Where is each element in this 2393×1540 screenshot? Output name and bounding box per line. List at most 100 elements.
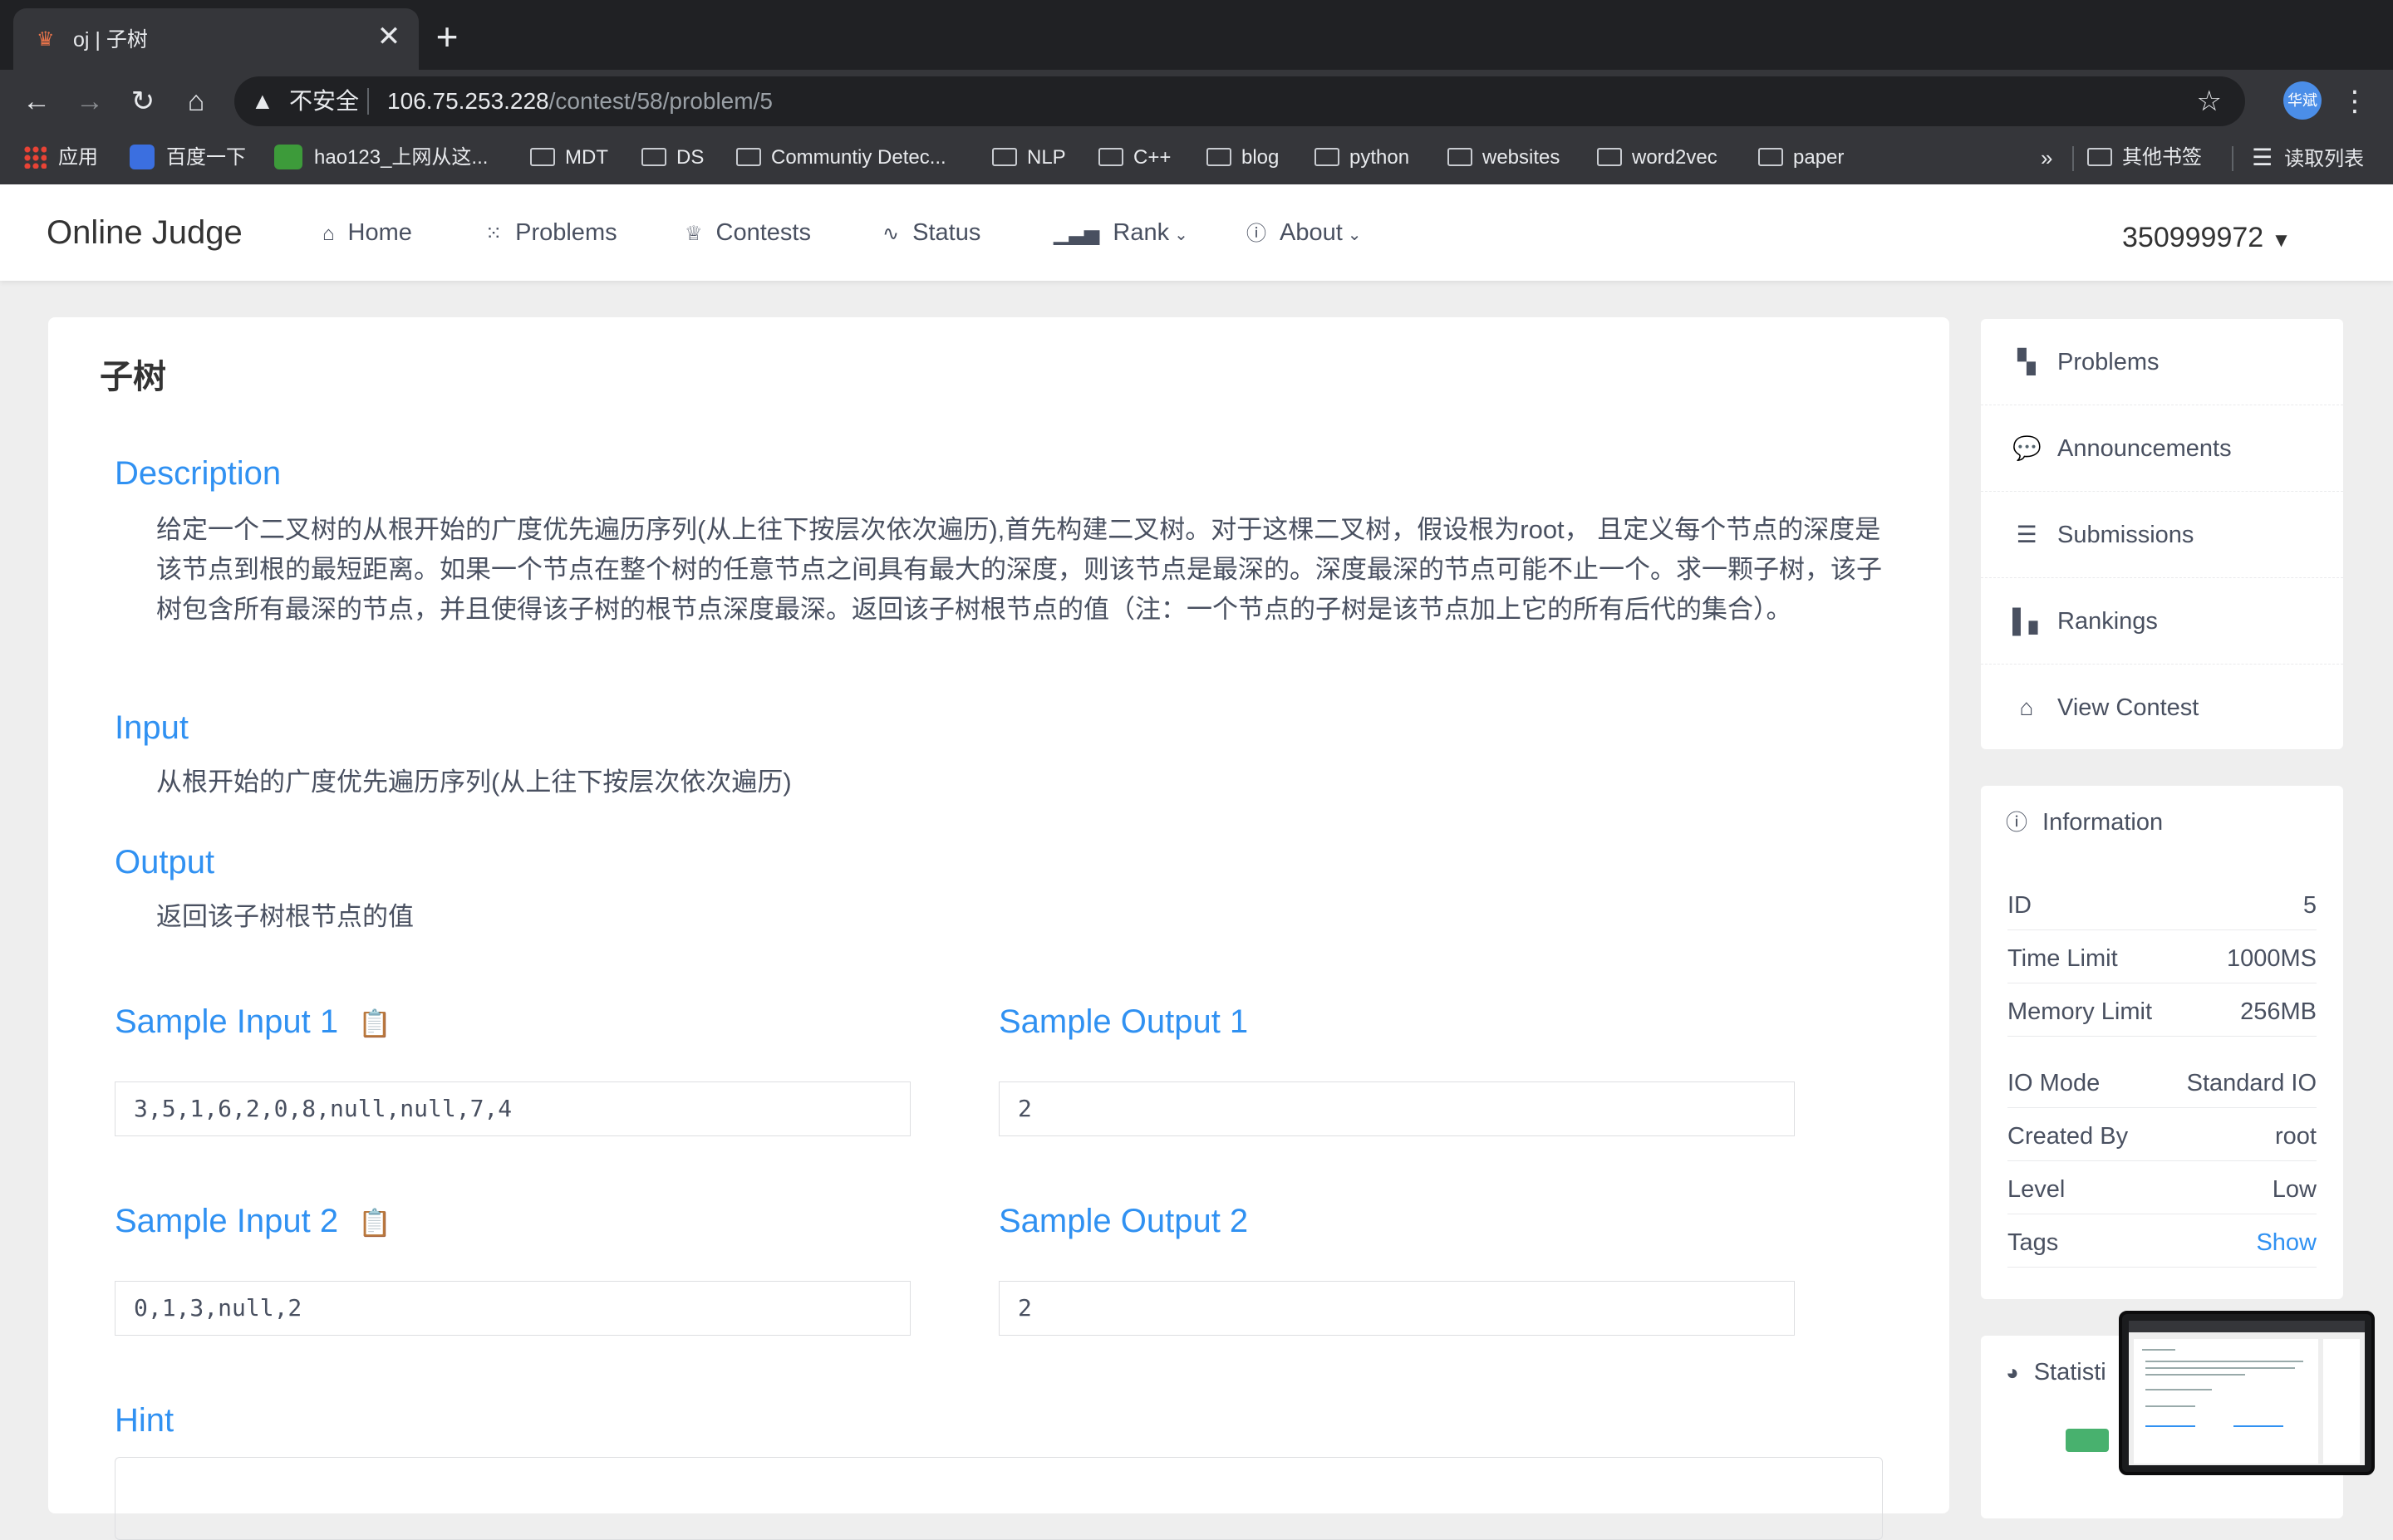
- stats-legend-swatch[interactable]: [2066, 1429, 2109, 1452]
- bookmark-label: word2vec: [1632, 146, 1717, 169]
- sample-output-2-box[interactable]: 2: [999, 1281, 1795, 1336]
- thumbnail-line: [2145, 1361, 2303, 1362]
- bookmark-other-bookmarks[interactable]: 其他书签: [2087, 141, 2202, 174]
- bookmark-folder-community[interactable]: Communtiy Detec...: [736, 141, 946, 174]
- bookmark-baidu[interactable]: 百度一下: [130, 141, 246, 174]
- url-host: 106.75.253.228: [387, 88, 549, 114]
- url-text[interactable]: 106.75.253.228/contest/58/problem/5: [387, 86, 773, 116]
- statistics-heading: ◕ Statisti: [2006, 1356, 2106, 1389]
- thumbnail-line: [2145, 1425, 2195, 1427]
- input-heading: Input: [115, 709, 189, 746]
- nav-status[interactable]: ∿ Status: [882, 216, 980, 251]
- folder-icon: [1447, 147, 1472, 166]
- bookmark-folder-paper[interactable]: paper: [1758, 141, 1844, 174]
- bookmark-label: MDT: [565, 146, 608, 169]
- bookmark-label: DS: [676, 146, 705, 169]
- input-text: 从根开始的广度优先遍历序列(从上往下按层次依次遍历): [156, 768, 792, 797]
- description-text: 给定一个二叉树的从根开始的广度优先遍历序列(从上往下按层次依次遍历),首先构建二…: [156, 515, 1882, 624]
- nav-rank[interactable]: ▁▃▅ Rank ⌄: [1054, 216, 1188, 252]
- bookmark-folder-word2vec[interactable]: word2vec: [1597, 141, 1717, 174]
- info-key: Level: [2007, 1176, 2066, 1203]
- forward-arrow-icon[interactable]: →: [70, 81, 110, 121]
- clipboard-icon[interactable]: 📋: [358, 1208, 391, 1238]
- screenshot-thumbnail-preview[interactable]: [2119, 1311, 2375, 1475]
- info-value: Standard IO: [2186, 1070, 2317, 1096]
- bookmark-folder-ds[interactable]: DS: [641, 141, 704, 174]
- back-arrow-icon[interactable]: ←: [17, 81, 57, 121]
- tab-title: oj | 子树: [73, 28, 148, 51]
- reading-list-button[interactable]: ☰ 读取列表: [2252, 141, 2364, 174]
- information-heading: ⓘ Information: [2006, 806, 2163, 839]
- bookmark-star-icon[interactable]: ☆: [2197, 85, 2222, 118]
- info-icon: ⓘ: [1246, 223, 1266, 245]
- problem-title: 子树: [100, 359, 166, 395]
- trophy-icon: ♕: [685, 223, 703, 245]
- profile-avatar[interactable]: 华斌: [2283, 81, 2322, 120]
- bookmark-apps[interactable]: 应用: [23, 141, 98, 174]
- tab-close-icon[interactable]: ✕: [372, 20, 405, 53]
- bookmark-folder-nlp[interactable]: NLP: [992, 141, 1066, 174]
- bookmark-folder-websites[interactable]: websites: [1447, 141, 1560, 174]
- thumbnail-content: [2129, 1321, 2365, 1465]
- folder-icon: [736, 147, 761, 166]
- browser-tab[interactable]: ♛ oj | 子树 ✕: [13, 8, 419, 70]
- thumbnail-line: [2145, 1367, 2295, 1369]
- bookmark-label: C++: [1133, 146, 1172, 169]
- reading-list-icon: ☰: [2252, 145, 2273, 170]
- browser-menu-icon[interactable]: ⋮: [2340, 81, 2370, 121]
- bookmark-folder-blog[interactable]: blog: [1206, 141, 1279, 174]
- bookmarks-overflow-icon[interactable]: »: [2041, 141, 2052, 174]
- nav-contests[interactable]: ♕ Contests: [685, 216, 811, 251]
- sample-input-2-box[interactable]: 0,1,3,null,2: [115, 1281, 911, 1336]
- sample-input-2-label: Sample Input 2: [115, 1203, 339, 1239]
- menu-view-contest[interactable]: ⌂ View Contest: [1981, 665, 2343, 751]
- contest-menu-card: ▚ Problems 💬 Announcements ☰ Submissions ▌▖…: [1981, 319, 2343, 749]
- folder-icon: [1098, 147, 1123, 166]
- caret-down-icon: ▼: [2271, 229, 2292, 252]
- site-brand[interactable]: Online Judge: [47, 213, 243, 253]
- hao123-logo-icon: [274, 144, 302, 169]
- home-browser-icon[interactable]: ⌂: [176, 81, 216, 121]
- info-row-created-by: Created By root: [2007, 1110, 2317, 1161]
- site-header: Online Judge ⌂ Home ⁙ Problems ♕ Contests ∿…: [0, 184, 2393, 281]
- menu-rankings[interactable]: ▌▖ Rankings: [1981, 578, 2343, 665]
- user-dropdown[interactable]: 350999972 ▼: [2122, 218, 2291, 261]
- sample-input-1-box[interactable]: 3,5,1,6,2,0,8,null,null,7,4: [115, 1081, 911, 1136]
- info-row-time-limit: Time Limit 1000MS: [2007, 932, 2317, 983]
- bookmarks-divider: [2072, 146, 2074, 171]
- menu-submissions[interactable]: ☰ Submissions: [1981, 492, 2343, 578]
- bookmark-label: hao123_上网从这...: [314, 146, 489, 169]
- thumbnail-line: [2233, 1425, 2283, 1427]
- show-tags-link[interactable]: Show: [2256, 1226, 2317, 1259]
- bookmark-hao123[interactable]: hao123_上网从这...: [274, 141, 488, 174]
- thumbnail-line: [2142, 1349, 2175, 1351]
- address-bar[interactable]: ▲ 不安全 106.75.253.228/contest/58/problem/…: [234, 76, 2245, 126]
- clipboard-icon[interactable]: 📋: [358, 1008, 391, 1038]
- new-tab-button[interactable]: +: [430, 17, 464, 56]
- nav-label: About: [1280, 219, 1343, 246]
- thumbnail-line: [2145, 1389, 2212, 1390]
- bookmark-folder-python[interactable]: python: [1314, 141, 1409, 174]
- reload-icon[interactable]: ↻: [123, 81, 163, 121]
- info-icon: ⓘ: [2006, 810, 2028, 835]
- nav-about[interactable]: ⓘ About ⌄: [1246, 216, 1362, 252]
- bookmark-folder-mdt[interactable]: MDT: [530, 141, 608, 174]
- bookmark-folder-cpp[interactable]: C++: [1098, 141, 1171, 174]
- thumbnail-problem-card: [2134, 1339, 2318, 1464]
- folder-icon: [530, 147, 555, 166]
- bookmark-label: NLP: [1027, 146, 1066, 169]
- sample-input-1-label: Sample Input 1: [115, 1003, 339, 1040]
- folder-icon: [641, 147, 666, 166]
- sample-output-1-heading: Sample Output 1: [999, 1003, 1249, 1040]
- menu-problems[interactable]: ▚ Problems: [1981, 319, 2343, 405]
- nav-problems[interactable]: ⁙ Problems: [485, 216, 617, 251]
- menu-announcements[interactable]: 💬 Announcements: [1981, 405, 2343, 492]
- username: 350999972: [2122, 222, 2264, 253]
- sample-output-1-box[interactable]: 2: [999, 1081, 1795, 1136]
- information-title: Information: [2042, 809, 2164, 836]
- information-card: ⓘ Information ID 5 Time Limit 1000MS Memory…: [1981, 786, 2343, 1299]
- nav-home[interactable]: ⌂ Home: [322, 216, 412, 251]
- folder-icon: [2087, 147, 2112, 166]
- info-row-io-mode: IO Mode Standard IO: [2007, 1057, 2317, 1108]
- hint-heading: Hint: [115, 1402, 174, 1439]
